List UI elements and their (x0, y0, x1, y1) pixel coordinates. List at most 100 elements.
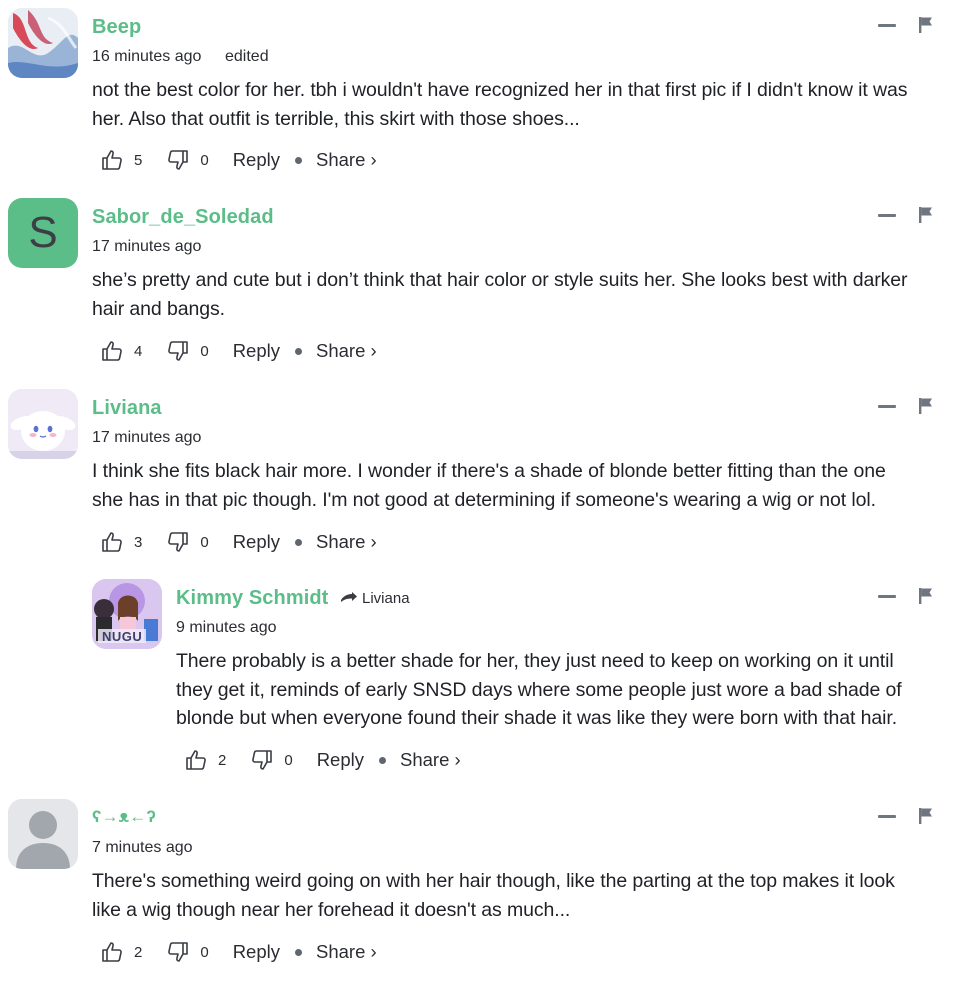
separator-dot (295, 538, 302, 546)
avatar-overlay-text: NUGU (102, 629, 143, 644)
edited-label: edited (225, 48, 269, 65)
dislike-count: 0 (200, 943, 209, 961)
reply-button[interactable]: Reply (233, 340, 280, 362)
avatar-character-image (8, 389, 78, 459)
comment-text-line: like a wig though near her forehead it d… (92, 898, 571, 921)
dislike-count: 0 (284, 751, 293, 769)
username[interactable]: Kimmy Schmidt (176, 587, 328, 610)
avatar[interactable] (8, 8, 78, 78)
comment: ʕ→ᴥ←ʔ 7 minutes ago There's something we… (0, 791, 960, 984)
comment-text-line: There's something weird going on with he… (92, 870, 895, 892)
flag-icon[interactable] (918, 397, 934, 415)
comment-text: she’s pretty and cute but i don’t think … (92, 266, 907, 323)
like-count: 4 (134, 342, 143, 360)
comment: Liviana 17 minutes ago I think she fits … (0, 381, 960, 571)
thumbs-down-icon[interactable] (166, 148, 190, 172)
timestamp[interactable]: 9 minutes ago (176, 619, 277, 637)
like-count: 5 (134, 151, 143, 169)
thumbs-down-icon[interactable] (166, 940, 190, 964)
flag-icon[interactable] (918, 807, 934, 825)
reply-to-indicator[interactable]: Liviana (340, 590, 410, 607)
dislike-group: 0 (250, 748, 293, 772)
avatar[interactable]: NUGU (92, 579, 162, 649)
minimize-icon[interactable] (878, 815, 896, 818)
share-button[interactable]: Share › (400, 749, 461, 771)
share-button[interactable]: Share › (316, 340, 377, 362)
like-count: 3 (134, 533, 143, 551)
like-count: 2 (218, 751, 227, 769)
timestamp[interactable]: 16 minutes ago (92, 48, 201, 66)
reply-button[interactable]: Reply (233, 941, 280, 963)
comment-actions: 4 0 Reply Share › (100, 339, 377, 363)
thumbs-down-icon[interactable] (166, 530, 190, 554)
share-button[interactable]: Share › (316, 941, 377, 963)
timestamp[interactable]: 17 minutes ago (92, 429, 201, 447)
thumbs-up-icon[interactable] (100, 148, 124, 172)
thumbs-down-icon[interactable] (166, 339, 190, 363)
comment-text-line: hair and bangs. (92, 297, 225, 320)
comment-actions: 3 0 Reply Share › (100, 530, 377, 554)
comment: S Sabor_de_Soledad 17 minutes ago she’s … (0, 190, 960, 380)
flag-icon[interactable] (918, 16, 934, 34)
dislike-group: 0 (166, 339, 209, 363)
reply-to-username[interactable]: Liviana (362, 590, 410, 607)
flag-icon[interactable] (918, 587, 934, 605)
person-silhouette-icon (8, 799, 78, 869)
comment-text-line: her. Also that outfit is terrible, this … (92, 107, 580, 130)
dislike-count: 0 (200, 151, 209, 169)
comment-text: not the best color for her. tbh i wouldn… (92, 76, 908, 133)
reply-arrow-icon (341, 591, 357, 602)
avatar-letter: S (28, 208, 58, 257)
username[interactable]: Sabor_de_Soledad (92, 206, 274, 229)
avatar[interactable]: S (8, 198, 78, 268)
comment-text-line: she’s pretty and cute but i don’t think … (92, 269, 908, 291)
share-button[interactable]: Share › (316, 531, 377, 553)
comment-actions: 2 0 Reply Share › (184, 748, 461, 772)
comment-text: There probably is a better shade for her… (176, 647, 902, 733)
timestamp[interactable]: 7 minutes ago (92, 839, 193, 857)
comment-text-line: There probably is a better shade for her… (176, 650, 894, 672)
dislike-count: 0 (200, 342, 209, 360)
username[interactable]: Beep (92, 16, 141, 39)
avatar-artwork-image (8, 8, 78, 78)
comment-actions: 2 0 Reply Share › (100, 940, 377, 964)
comment-actions: 5 0 Reply Share › (100, 148, 377, 172)
thumbs-up-icon[interactable] (100, 940, 124, 964)
thumbs-up-icon[interactable] (100, 339, 124, 363)
dislike-group: 0 (166, 940, 209, 964)
separator-dot (379, 756, 386, 764)
comment-text-line: I think she fits black hair more. I wond… (92, 460, 886, 482)
minimize-icon[interactable] (878, 24, 896, 27)
separator-dot (295, 347, 302, 355)
thumbs-up-icon[interactable] (100, 530, 124, 554)
reply-button[interactable]: Reply (233, 531, 280, 553)
username[interactable]: Liviana (92, 397, 162, 420)
reply-comment: NUGU Kimmy Schmidt Liviana 9 minutes ago… (84, 571, 960, 790)
username[interactable]: ʕ→ᴥ←ʔ (92, 807, 156, 827)
timestamp[interactable]: 17 minutes ago (92, 238, 201, 256)
reply-button[interactable]: Reply (317, 749, 364, 771)
share-button[interactable]: Share › (316, 149, 377, 171)
comment-text: There's something weird going on with he… (92, 867, 895, 924)
like-count: 2 (134, 943, 143, 961)
separator-dot (295, 948, 302, 956)
thumbs-up-icon[interactable] (184, 748, 208, 772)
comment-thread: Beep 16 minutes ago edited not the best … (0, 0, 960, 984)
minimize-icon[interactable] (878, 595, 896, 598)
comment-text-line: blonde but when everyone found their sha… (176, 707, 898, 729)
dislike-count: 0 (200, 533, 209, 551)
reply-button[interactable]: Reply (233, 149, 280, 171)
minimize-icon[interactable] (878, 405, 896, 408)
dislike-group: 0 (166, 530, 209, 554)
comment: Beep 16 minutes ago edited not the best … (0, 0, 960, 190)
comment-text-line: they get it, reminds of early SNSD days … (176, 678, 902, 701)
comment-text-line: she has in that pic though. I'm not good… (92, 488, 876, 511)
dislike-group: 0 (166, 148, 209, 172)
separator-dot (295, 156, 302, 164)
comment-text-line: not the best color for her. tbh i wouldn… (92, 79, 908, 101)
thumbs-down-icon[interactable] (250, 748, 274, 772)
flag-icon[interactable] (918, 206, 934, 224)
minimize-icon[interactable] (878, 214, 896, 217)
avatar[interactable] (8, 799, 78, 869)
avatar[interactable] (8, 389, 78, 459)
